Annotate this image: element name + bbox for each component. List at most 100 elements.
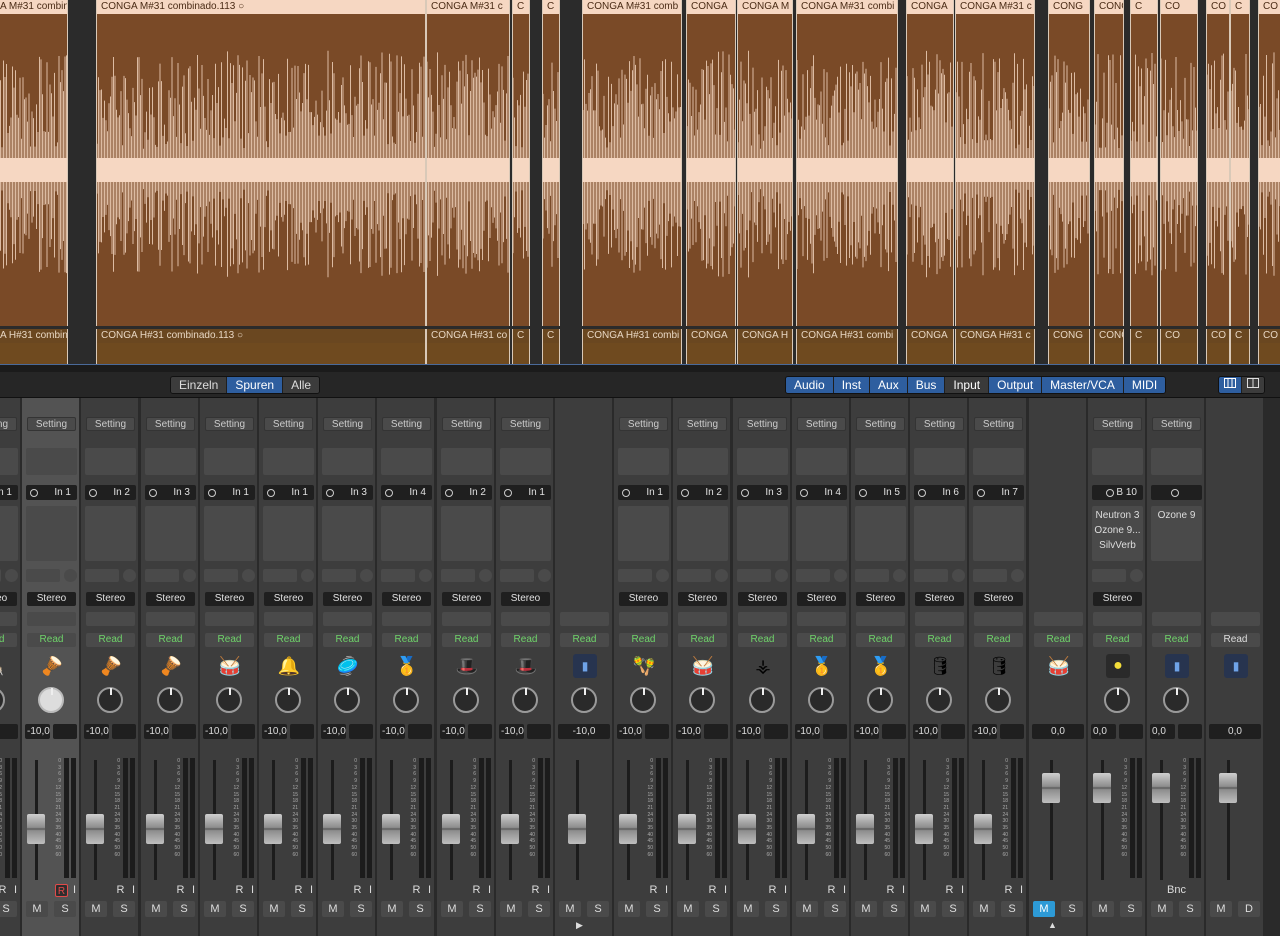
send-knob[interactable] [5,569,18,582]
volume-fader[interactable] [738,814,756,844]
level-display[interactable]: -10,0 [736,724,788,739]
group-slot[interactable] [146,612,195,626]
conga-h-region[interactable]: CONGA H [737,329,793,364]
volume-fader[interactable] [382,814,400,844]
channel-strip[interactable]: Setting In 4 Stereo Read 🥇 -10,0 0 3 6 9 12 15 18 21 2… [792,398,850,936]
volume-value[interactable]: -10,0 [854,724,879,739]
channel-strip[interactable]: Setting In 1 Stereo Read 🎩 -10,0 0 3 6 9 12 15 18 21 2… [496,398,554,936]
mute-button[interactable]: M [737,901,759,917]
mono-stereo-icon[interactable] [208,489,216,497]
solo-button[interactable]: S [232,901,254,917]
tom-drum-icon[interactable]: 🛢 [987,654,1011,678]
conga-m-region[interactable]: C [512,0,530,326]
conga-m-region[interactable]: CO [1206,0,1230,326]
volume-fader[interactable] [264,814,282,844]
view-filter-einzeln[interactable]: Einzeln [171,377,228,393]
conga-m-region[interactable]: C [1230,0,1250,326]
send-knob[interactable] [715,569,728,582]
mono-stereo-icon[interactable] [622,489,630,497]
output-slot[interactable]: Stereo [974,592,1023,606]
solo-button[interactable]: S [409,901,431,917]
group-slot[interactable] [1093,612,1142,626]
solo-button[interactable]: S [646,901,668,917]
group-slot[interactable] [442,612,491,626]
conga-h-region[interactable]: NGA H#31 combin [0,329,68,364]
level-display[interactable]: 0,0 [1091,724,1143,739]
waveform-icon[interactable]: ▮ [1224,654,1248,678]
send-slot[interactable] [618,569,652,582]
input-monitor-button[interactable]: I [542,884,553,897]
conga-h-region[interactable]: CO [1160,329,1198,364]
volume-fader[interactable] [501,814,519,844]
filter-aux[interactable]: Aux [870,377,908,393]
solo-button[interactable]: S [587,901,609,917]
pan-knob[interactable] [985,687,1011,713]
solo-button[interactable]: S [765,901,787,917]
automation-mode[interactable]: Read [146,633,195,647]
audio-fx-slot[interactable] [914,506,965,561]
conga-h-region[interactable]: CONGA [686,329,736,364]
send-knob[interactable] [123,569,136,582]
send-slot[interactable] [855,569,889,582]
input-slot[interactable]: In 4 [796,485,847,500]
mute-button[interactable]: M [500,901,522,917]
volume-fader[interactable] [323,814,341,844]
channel-strip[interactable]: Setting In 7 Stereo Read 🛢 -10,0 0 3 6 9 12 15 18 21 2… [969,398,1027,936]
solo-button[interactable]: S [705,901,727,917]
volume-fader[interactable] [915,814,933,844]
pan-knob[interactable] [630,687,656,713]
channel-strip[interactable]: Setting In 1 Stereo Read 🥁 -10,0 0 3 6 9 12 15 18 21 2… [200,398,258,936]
channel-strip[interactable]: Setting In 2 Stereo Read 🎩 -10,0 0 3 6 9 12 15 18 21 2… [437,398,495,936]
conga-h-region[interactable]: CONG [1048,329,1090,364]
solo-button[interactable]: S [883,901,905,917]
input-slot[interactable]: In 2 [85,485,136,500]
input-slot[interactable]: In 2 [441,485,492,500]
input-slot[interactable] [1151,485,1202,500]
send-knob[interactable] [1130,569,1143,582]
volume-fader[interactable] [1042,773,1060,803]
pan-knob[interactable] [689,687,715,713]
filter-audio[interactable]: Audio [786,377,834,393]
send-slot[interactable] [381,569,415,582]
input-slot[interactable]: In 7 [973,485,1024,500]
setting-button[interactable]: Setting [382,417,431,431]
mute-button[interactable]: M [441,901,463,917]
volume-value[interactable]: -10,0 [203,724,228,739]
conga-h-region[interactable]: C [1130,329,1158,364]
automation-mode[interactable]: Read [264,633,313,647]
tom-drum-icon[interactable]: 🛢 [928,654,952,678]
send-knob[interactable] [893,569,906,582]
send-knob[interactable] [834,569,847,582]
volume-value[interactable]: 0,0 [1150,724,1175,739]
solo-button[interactable]: S [469,901,491,917]
output-slot[interactable]: Stereo [27,592,76,606]
conga-m-region[interactable]: CONG [1094,0,1124,326]
send-knob[interactable] [360,569,373,582]
volume-value[interactable]: 0,0 [1032,724,1084,739]
output-slot[interactable]: Stereo [856,592,905,606]
conga-h-region[interactable]: CONGA H#31 combi [582,329,682,364]
output-slot[interactable]: Stereo [264,592,313,606]
eq-display[interactable] [855,448,906,475]
setting-button[interactable]: Setting [797,417,846,431]
setting-button[interactable]: Setting [442,417,491,431]
mute-button[interactable]: M [263,901,285,917]
record-enable-button[interactable]: R [647,884,660,897]
setting-button[interactable]: Setting [27,417,76,431]
mono-stereo-icon[interactable] [918,489,926,497]
level-display[interactable]: -10,0 [913,724,965,739]
conga-icon[interactable]: 🪘 [99,654,123,678]
input-monitor-button[interactable]: I [246,884,257,897]
group-slot[interactable] [678,612,727,626]
channel-strip[interactable]: Setting In 2 Stereo Read 🪘 -10,0 0 3 6 9 12 15 18 21 2… [81,398,139,936]
eq-display[interactable] [973,448,1024,475]
automation-mode[interactable]: Read [856,633,905,647]
send-slot[interactable] [677,569,711,582]
volume-value[interactable]: 0,0 [1209,724,1261,739]
volume-value[interactable]: -10,0 [617,724,642,739]
mute-button[interactable]: M [322,901,344,917]
record-enable-button[interactable]: R [0,884,9,897]
hihat-stand-icon[interactable]: ⚶ [751,654,775,678]
conga-m-region[interactable]: C [1130,0,1158,326]
mono-stereo-icon[interactable] [504,489,512,497]
